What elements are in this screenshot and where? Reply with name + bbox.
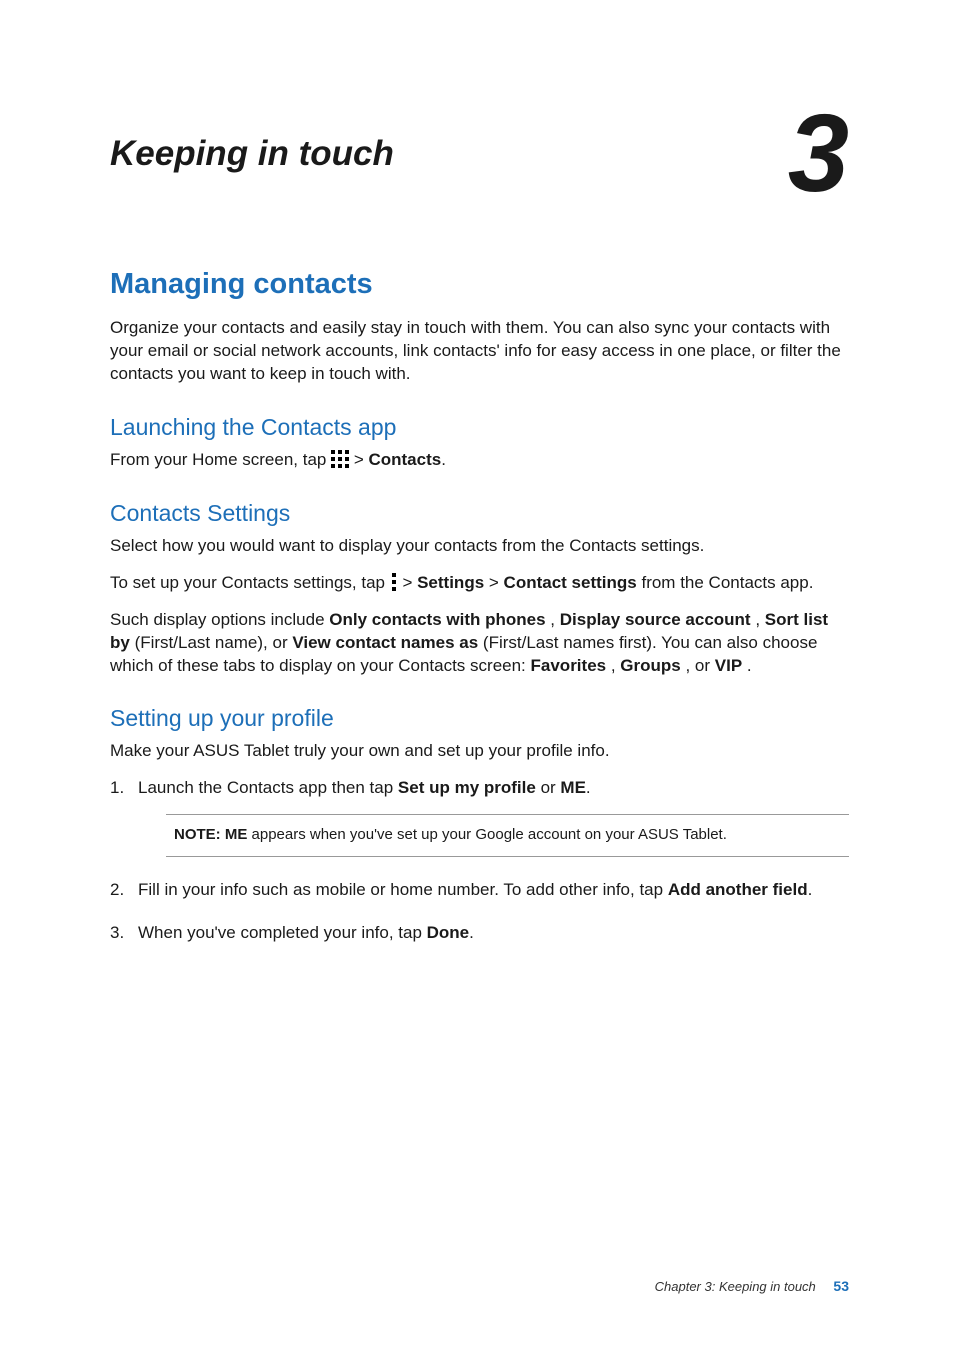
vip-label: VIP bbox=[715, 656, 742, 675]
display-source-label: Display source account bbox=[560, 610, 751, 629]
favorites-label: Favorites bbox=[531, 656, 607, 675]
page-number: 53 bbox=[833, 1278, 849, 1294]
chapter-header: Keeping in touch 3 bbox=[110, 110, 849, 198]
only-contacts-label: Only contacts with phones bbox=[329, 610, 545, 629]
text: . bbox=[441, 450, 446, 469]
subsection-contacts-settings: Contacts Settings bbox=[110, 500, 849, 527]
done-label: Done bbox=[427, 923, 470, 942]
step-2: Fill in your info such as mobile or home… bbox=[110, 879, 849, 902]
step-3: When you've completed your info, tap Don… bbox=[110, 922, 849, 945]
text: , bbox=[755, 610, 764, 629]
step-1: Launch the Contacts app then tap Set up … bbox=[110, 777, 849, 856]
chapter-title: Keeping in touch bbox=[110, 134, 394, 174]
more-vertical-icon bbox=[390, 573, 398, 591]
contacts-settings-p3: Such display options include Only contac… bbox=[110, 609, 849, 678]
text: When you've completed your info, tap bbox=[138, 923, 427, 942]
contacts-settings-p1: Select how you would want to display you… bbox=[110, 535, 849, 558]
page-footer: Chapter 3: Keeping in touch 53 bbox=[655, 1278, 849, 1294]
text: > bbox=[354, 450, 369, 469]
text: From your Home screen, tap bbox=[110, 450, 331, 469]
note-text: appears when you've set up your Google a… bbox=[247, 826, 727, 843]
add-field-label: Add another field bbox=[668, 880, 808, 899]
footer-chapter-label: Chapter 3: Keeping in touch bbox=[655, 1279, 816, 1294]
text: Fill in your info such as mobile or home… bbox=[138, 880, 668, 899]
text: . bbox=[747, 656, 752, 675]
profile-intro: Make your ASUS Tablet truly your own and… bbox=[110, 740, 849, 763]
subsection-launching-contacts: Launching the Contacts app bbox=[110, 414, 849, 441]
text: To set up your Contacts settings, tap bbox=[110, 573, 390, 592]
text: Launch the Contacts app then tap bbox=[138, 778, 398, 797]
note-box: NOTE: ME appears when you've set up your… bbox=[166, 814, 849, 856]
subsection-setting-up-profile: Setting up your profile bbox=[110, 705, 849, 732]
text: from the Contacts app. bbox=[641, 573, 813, 592]
setup-profile-label: Set up my profile bbox=[398, 778, 536, 797]
text: > bbox=[402, 573, 417, 592]
contacts-label: Contacts bbox=[368, 450, 441, 469]
text: , bbox=[550, 610, 559, 629]
section-heading-managing-contacts: Managing contacts bbox=[110, 268, 849, 301]
text: . bbox=[469, 923, 474, 942]
note-label: NOTE: ME bbox=[174, 826, 247, 843]
profile-steps: Launch the Contacts app then tap Set up … bbox=[110, 777, 849, 944]
text: > bbox=[489, 573, 504, 592]
text: Such display options include bbox=[110, 610, 329, 629]
text: or bbox=[541, 778, 561, 797]
apps-grid-icon bbox=[331, 450, 349, 468]
text: . bbox=[808, 880, 813, 899]
text: (First/Last name), or bbox=[135, 633, 293, 652]
text: , bbox=[611, 656, 620, 675]
me-label: ME bbox=[560, 778, 586, 797]
groups-label: Groups bbox=[620, 656, 680, 675]
text: , or bbox=[685, 656, 714, 675]
launching-line: From your Home screen, tap > Contacts. bbox=[110, 449, 849, 472]
text: . bbox=[586, 778, 591, 797]
settings-label: Settings bbox=[417, 573, 484, 592]
contacts-settings-p2: To set up your Contacts settings, tap > … bbox=[110, 572, 849, 595]
section-intro: Organize your contacts and easily stay i… bbox=[110, 317, 849, 386]
chapter-number: 3 bbox=[788, 110, 849, 198]
contact-settings-label: Contact settings bbox=[504, 573, 637, 592]
view-names-label: View contact names as bbox=[292, 633, 478, 652]
